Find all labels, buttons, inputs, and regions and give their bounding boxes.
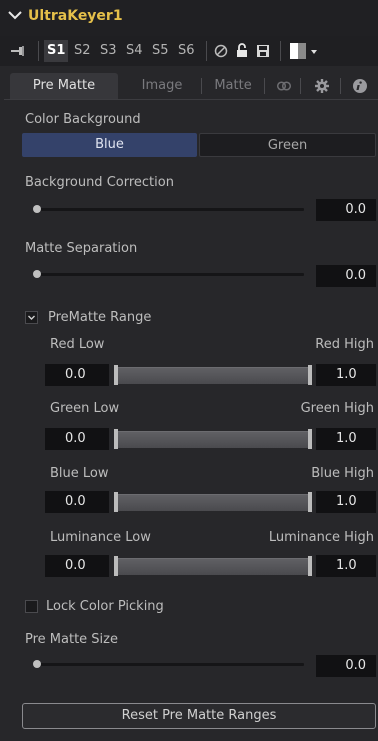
tab-divider [201,78,202,94]
toolbar-divider [38,41,39,61]
red-high-label: Red High [315,337,374,352]
red-low-value[interactable]: 0.0 [45,364,109,386]
version-slot-s6[interactable]: S6 [178,40,195,62]
color-background-blue-option[interactable]: Blue [22,133,197,157]
green-low-value[interactable]: 0.0 [45,428,109,450]
info-icon[interactable] [352,78,368,94]
green-high-label: Green High [300,401,374,416]
prematte-range-label: PreMatte Range [48,310,152,325]
save-icon[interactable] [256,44,270,58]
lock-color-picking-label: Lock Color Picking [46,599,164,614]
matte-separation-value[interactable]: 0.0 [316,265,376,287]
luminance-low-handle[interactable] [114,556,118,576]
tab-divider [264,78,265,94]
tab-pre-matte[interactable]: Pre Matte [10,73,118,99]
blue-low-label: Blue Low [50,466,109,481]
gear-icon[interactable] [314,78,330,94]
luminance-high-handle[interactable] [308,556,312,576]
blue-low-value[interactable]: 0.0 [45,491,109,513]
pin-icon[interactable] [10,44,26,58]
color-swatch-dropdown-icon[interactable] [290,43,322,59]
tab-divider [340,78,341,94]
pre-matte-size-slider-handle[interactable] [33,660,41,668]
blue-range-bar[interactable] [116,494,311,511]
chevron-down-icon[interactable] [6,6,24,24]
lock-color-picking-checkbox[interactable] [25,600,38,613]
red-low-label: Red Low [50,337,105,352]
luminance-low-label: Luminance Low [50,530,151,545]
link-icon[interactable] [276,78,292,94]
version-slot-s2[interactable]: S2 [74,40,91,62]
red-range-bar[interactable] [116,367,311,384]
pre-matte-size-slider-track[interactable] [36,663,304,666]
matte-separation-label: Matte Separation [25,241,138,256]
green-range-bar[interactable] [116,431,311,448]
luminance-low-value[interactable]: 0.0 [45,555,109,577]
color-background-green-option[interactable]: Green [199,133,376,157]
tab-divider [300,78,301,94]
background-correction-label: Background Correction [25,175,174,190]
red-high-handle[interactable] [308,365,312,385]
luminance-high-value[interactable]: 1.0 [316,555,376,577]
tab-image[interactable]: Image [124,73,200,99]
background-correction-value[interactable]: 0.0 [316,199,376,221]
green-low-handle[interactable] [114,429,118,449]
pre-matte-size-value[interactable]: 0.0 [316,655,376,677]
disable-icon[interactable] [214,44,228,58]
red-high-value[interactable]: 1.0 [316,364,376,386]
pre-matte-size-label: Pre Matte Size [25,632,118,647]
blue-high-value[interactable]: 1.0 [316,491,376,513]
background-correction-slider-handle[interactable] [33,205,41,213]
blue-high-handle[interactable] [308,492,312,512]
version-slot-s1[interactable]: S1 [44,40,69,62]
version-slot-s5[interactable]: S5 [152,40,169,62]
red-low-handle[interactable] [114,365,118,385]
green-high-handle[interactable] [308,429,312,449]
blue-high-label: Blue High [311,466,374,481]
toolbar-divider [280,41,281,61]
luminance-high-label: Luminance High [268,530,374,545]
version-slot-s4[interactable]: S4 [126,40,143,62]
matte-separation-slider-handle[interactable] [33,270,41,278]
toolbar-divider [206,41,207,61]
matte-separation-slider-track[interactable] [36,273,304,276]
version-slot-s3[interactable]: S3 [100,40,117,62]
blue-low-handle[interactable] [114,492,118,512]
prematte-range-expand-toggle[interactable] [25,311,38,324]
chevron-down-icon [28,315,35,320]
reset-pre-matte-ranges-button[interactable]: Reset Pre Matte Ranges [22,703,376,729]
node-title: UltraKeyer1 [28,8,123,24]
color-background-label: Color Background [25,112,141,127]
background-correction-slider-track[interactable] [36,208,304,211]
green-high-value[interactable]: 1.0 [316,428,376,450]
luminance-range-bar[interactable] [116,558,311,575]
tab-matte[interactable]: Matte [206,73,260,99]
green-low-label: Green Low [50,401,120,416]
lock-icon[interactable] [236,43,248,58]
